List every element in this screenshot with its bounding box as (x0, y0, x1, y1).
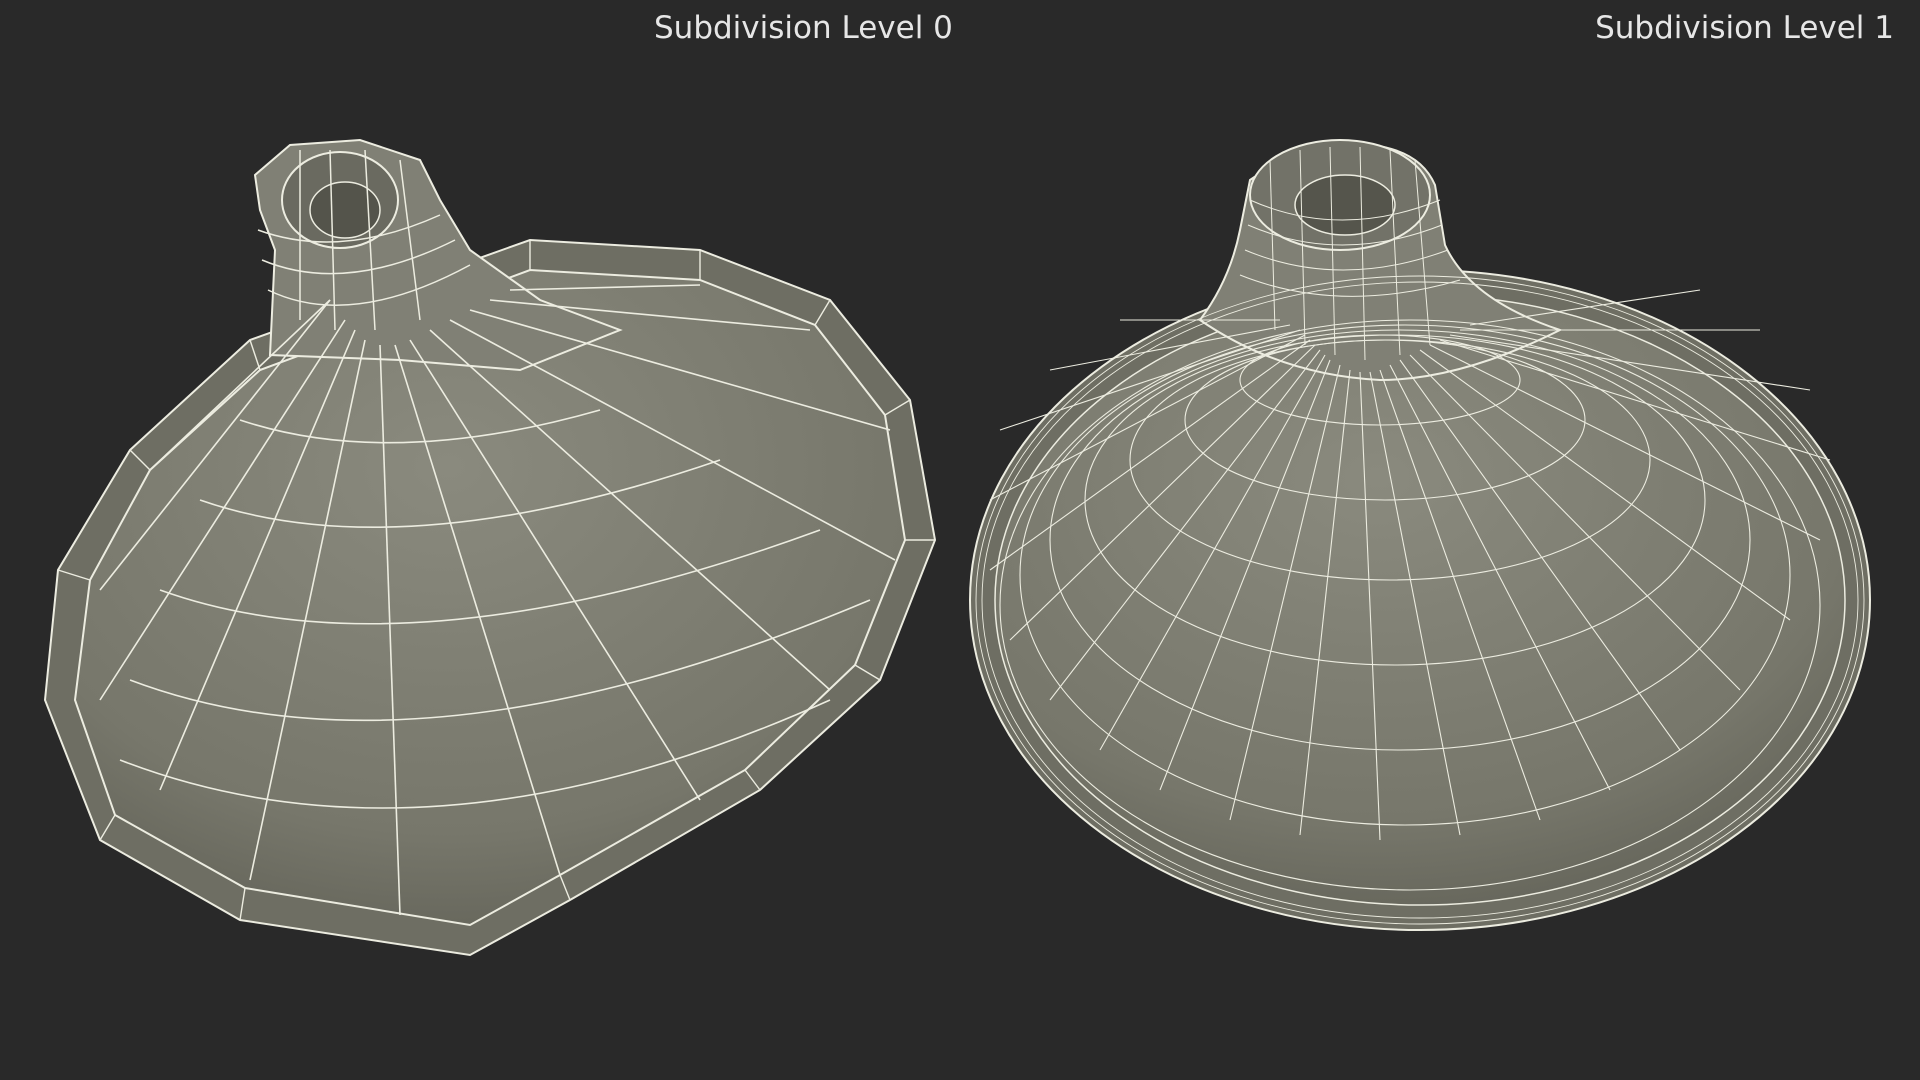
wireframe-scene (43, 138, 1871, 957)
render-viewport: Subdivision Level 0 Subdivision Level 1 (0, 0, 1920, 1080)
tagine-lid-level-1 (969, 139, 1871, 931)
mouth-inner-level-1 (1294, 174, 1396, 236)
dish-surface-level-1 (994, 294, 1846, 906)
tagine-lid-level-0 (43, 138, 937, 957)
